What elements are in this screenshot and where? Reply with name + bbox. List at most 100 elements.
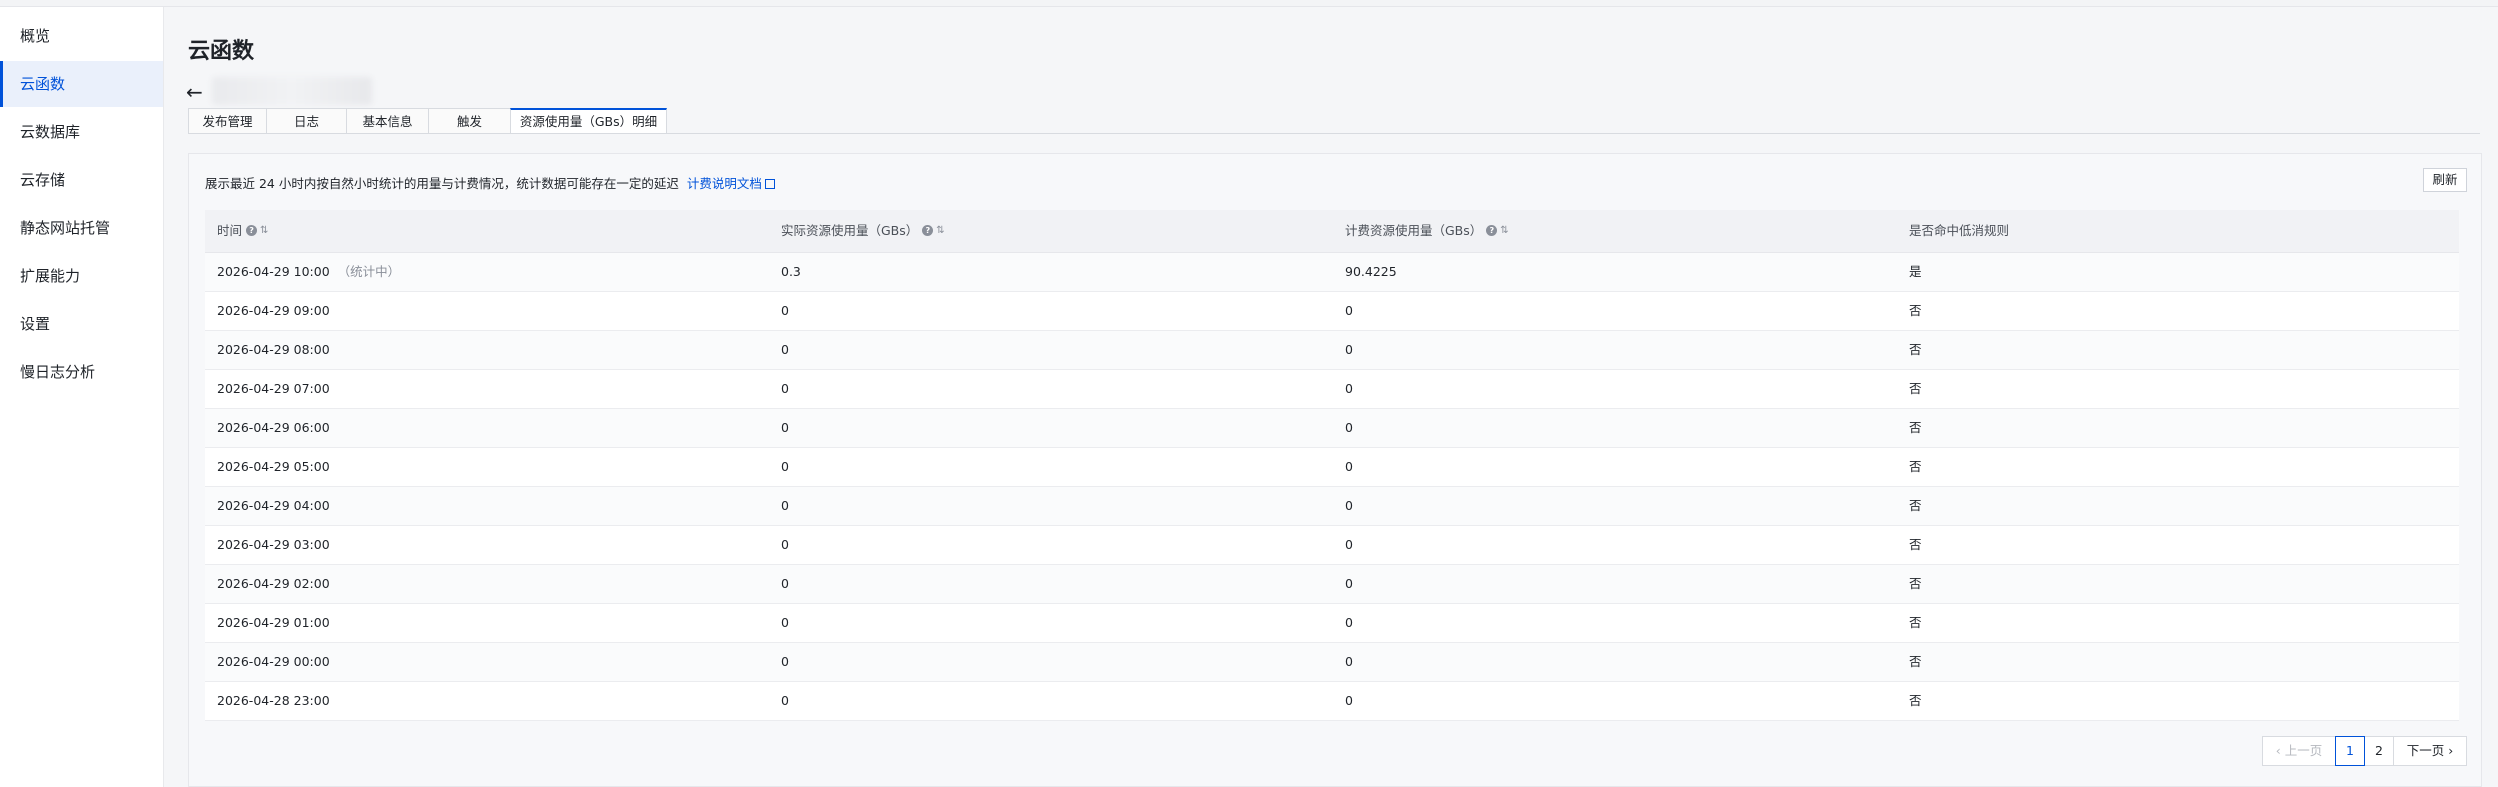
refresh-button[interactable]: 刷新 (2423, 168, 2467, 192)
sidebar-item-overview[interactable]: 概览 (0, 13, 163, 59)
table-row: 2026-04-29 09:00 0 0 否 (205, 292, 2459, 331)
cell-time: 2026-04-29 07:00 (217, 381, 330, 396)
sidebar-item-extensions[interactable]: 扩展能力 (0, 253, 163, 299)
cell-time: 2026-04-29 03:00 (217, 537, 330, 552)
cell-actual-usage: 0 (781, 615, 789, 630)
cell-time: 2026-04-29 10:00 （统计中） (217, 264, 401, 279)
sort-icon[interactable]: ⇅ (936, 210, 944, 252)
cell-low-consumption: 否 (1909, 654, 1922, 669)
counting-note: （统计中） (337, 264, 401, 279)
pagination: ‹ 上一页 1 2 下一页 › (2262, 736, 2467, 766)
cell-time: 2026-04-29 04:00 (217, 498, 330, 513)
table-row: 2026-04-29 04:00 0 0 否 (205, 487, 2459, 526)
cell-low-consumption: 否 (1909, 576, 1922, 591)
cell-billed-usage: 90.4225 (1345, 264, 1397, 279)
sidebar-item-cloud-storage[interactable]: 云存储 (0, 157, 163, 203)
top-border (0, 0, 2498, 7)
table-row: 2026-04-29 00:00 0 0 否 (205, 643, 2459, 682)
back-arrow-icon[interactable]: ← (186, 82, 203, 102)
table-row: 2026-04-29 02:00 0 0 否 (205, 565, 2459, 604)
usage-description: 展示最近 24 小时内按自然小时统计的用量与计费情况，统计数据可能存在一定的延迟… (205, 173, 775, 192)
cell-actual-usage: 0 (781, 693, 789, 708)
cell-time: 2026-04-29 05:00 (217, 459, 330, 474)
cell-billed-usage: 0 (1345, 381, 1353, 396)
cell-actual-usage: 0 (781, 654, 789, 669)
help-icon[interactable]: ? (246, 225, 258, 236)
page-button-1[interactable]: 1 (2335, 736, 2365, 766)
cell-low-consumption: 否 (1909, 537, 1922, 552)
cell-billed-usage: 0 (1345, 342, 1353, 357)
cell-actual-usage: 0 (781, 420, 789, 435)
sort-icon[interactable]: ⇅ (260, 210, 268, 252)
cell-billed-usage: 0 (1345, 576, 1353, 591)
sidebar-item-settings[interactable]: 设置 (0, 301, 163, 347)
cell-actual-usage: 0 (781, 381, 789, 396)
cell-billed-usage: 0 (1345, 498, 1353, 513)
cell-low-consumption: 否 (1909, 498, 1922, 513)
page-button-2[interactable]: 2 (2364, 736, 2394, 766)
cell-actual-usage: 0.3 (781, 264, 801, 279)
cell-low-consumption: 否 (1909, 615, 1922, 630)
table-row: 2026-04-29 06:00 0 0 否 (205, 409, 2459, 448)
cell-time: 2026-04-29 00:00 (217, 654, 330, 669)
description-text: 展示最近 24 小时内按自然小时统计的用量与计费情况，统计数据可能存在一定的延迟 (205, 176, 679, 191)
function-name-redacted (212, 77, 372, 105)
sort-icon[interactable]: ⇅ (1500, 210, 1508, 252)
table-body: 2026-04-29 10:00 （统计中） 0.3 90.4225 是 2026-04-… (205, 253, 2459, 721)
tab-release-management[interactable]: 发布管理 (188, 108, 267, 134)
cell-low-consumption: 否 (1909, 342, 1922, 357)
help-icon[interactable]: ? (922, 225, 934, 236)
tab-logs[interactable]: 日志 (266, 108, 347, 134)
column-header-billed-usage[interactable]: 计费资源使用量（GBs）? ⇅ (1345, 210, 1509, 252)
tab-divider (188, 133, 2480, 134)
cell-low-consumption: 否 (1909, 303, 1922, 318)
tab-basic-info[interactable]: 基本信息 (346, 108, 429, 134)
tab-triggers[interactable]: 触发 (428, 108, 511, 134)
cell-time: 2026-04-29 01:00 (217, 615, 330, 630)
usage-card: 展示最近 24 小时内按自然小时统计的用量与计费情况，统计数据可能存在一定的延迟… (188, 153, 2482, 787)
cell-low-consumption: 否 (1909, 420, 1922, 435)
tab-resource-usage-detail[interactable]: 资源使用量（GBs）明细 (510, 108, 667, 134)
cell-time: 2026-04-29 08:00 (217, 342, 330, 357)
cell-time: 2026-04-29 09:00 (217, 303, 330, 318)
table-header: 时间? ⇅ 实际资源使用量（GBs）? ⇅ 计费资源使用量（GBs）? ⇅ 是否命中低… (205, 210, 2459, 253)
sidebar-item-cloud-functions[interactable]: 云函数 (0, 61, 163, 107)
next-page-button[interactable]: 下一页 › (2393, 736, 2467, 766)
cell-low-consumption: 否 (1909, 381, 1922, 396)
table-row: 2026-04-29 07:00 0 0 否 (205, 370, 2459, 409)
tab-bar: 发布管理 日志 基本信息 触发 资源使用量（GBs）明细 (188, 108, 667, 136)
help-icon[interactable]: ? (1486, 225, 1498, 236)
cell-billed-usage: 0 (1345, 537, 1353, 552)
sidebar-item-cloud-database[interactable]: 云数据库 (0, 109, 163, 155)
cell-time: 2026-04-29 02:00 (217, 576, 330, 591)
cell-low-consumption: 是 (1909, 264, 1922, 279)
table-row: 2026-04-29 10:00 （统计中） 0.3 90.4225 是 (205, 253, 2459, 292)
table-row: 2026-04-29 05:00 0 0 否 (205, 448, 2459, 487)
cell-time: 2026-04-29 06:00 (217, 420, 330, 435)
cell-low-consumption: 否 (1909, 693, 1922, 708)
usage-table: 时间? ⇅ 实际资源使用量（GBs）? ⇅ 计费资源使用量（GBs）? ⇅ 是否命中低… (205, 210, 2459, 721)
chevron-left-icon: ‹ (2275, 743, 2281, 758)
billing-doc-link[interactable]: 计费说明文档 (687, 176, 775, 191)
chevron-right-icon: › (2448, 743, 2454, 758)
cell-billed-usage: 0 (1345, 459, 1353, 474)
column-header-actual-usage[interactable]: 实际资源使用量（GBs）? ⇅ (781, 210, 945, 252)
cell-time: 2026-04-28 23:00 (217, 693, 330, 708)
table-row: 2026-04-29 03:00 0 0 否 (205, 526, 2459, 565)
table-row: 2026-04-29 01:00 0 0 否 (205, 604, 2459, 643)
column-header-time[interactable]: 时间? ⇅ (217, 210, 268, 252)
sidebar-item-static-hosting[interactable]: 静态网站托管 (0, 205, 163, 251)
sidebar: 概览 云函数 云数据库 云存储 静态网站托管 扩展能力 设置 慢日志分析 (0, 7, 164, 787)
cell-actual-usage: 0 (781, 303, 789, 318)
cell-actual-usage: 0 (781, 459, 789, 474)
column-header-low-consumption: 是否命中低消规则 (1909, 223, 2010, 238)
cell-actual-usage: 0 (781, 537, 789, 552)
cell-billed-usage: 0 (1345, 654, 1353, 669)
cell-billed-usage: 0 (1345, 693, 1353, 708)
cell-low-consumption: 否 (1909, 459, 1922, 474)
sidebar-item-slow-log[interactable]: 慢日志分析 (0, 349, 163, 395)
table-row: 2026-04-28 23:00 0 0 否 (205, 682, 2459, 721)
table-row: 2026-04-29 08:00 0 0 否 (205, 331, 2459, 370)
main-content: 云函数 ← 发布管理 日志 基本信息 触发 资源使用量（GBs）明细 展示最近 … (164, 7, 2498, 787)
prev-page-button[interactable]: ‹ 上一页 (2262, 736, 2336, 766)
